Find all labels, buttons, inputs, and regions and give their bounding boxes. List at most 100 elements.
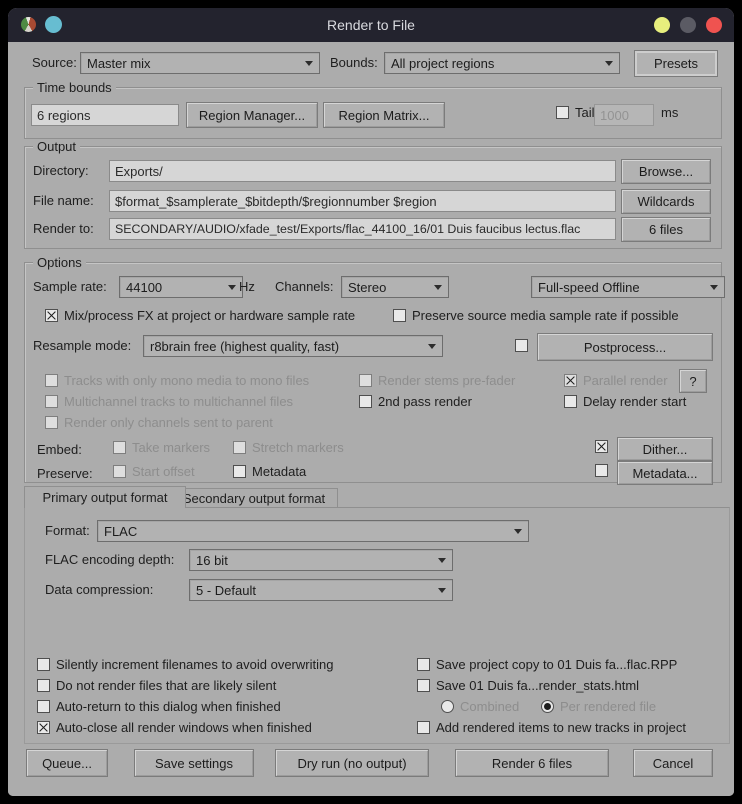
- encoding-depth-select[interactable]: 16 bit: [189, 549, 453, 571]
- save-stats-row: Save 01 Duis fa...render_stats.html: [417, 678, 639, 693]
- delay-start-checkbox[interactable]: [564, 395, 577, 408]
- sample-rate-select[interactable]: 44100: [119, 276, 243, 298]
- metadata-button[interactable]: Metadata...: [617, 461, 713, 485]
- cancel-button[interactable]: Cancel: [633, 749, 713, 777]
- dither-row: [595, 440, 608, 453]
- save-copy-checkbox[interactable]: [417, 658, 430, 671]
- preserve-source-checkbox[interactable]: [393, 309, 406, 322]
- channels-value: Stereo: [348, 279, 387, 295]
- silently-increment-label[interactable]: Silently increment filenames to avoid ov…: [56, 657, 333, 672]
- channels-select[interactable]: Stereo: [341, 276, 449, 298]
- minimize-button[interactable]: [654, 17, 670, 33]
- region-matrix-button[interactable]: Region Matrix...: [323, 102, 445, 128]
- encoding-depth-value: 16 bit: [196, 552, 228, 568]
- stretch-markers-checkbox[interactable]: [233, 441, 246, 454]
- render-to-field[interactable]: SECONDARY/AUDIO/xfade_test/Exports/flac_…: [109, 218, 616, 240]
- stems-prefader-checkbox[interactable]: [359, 374, 372, 387]
- output-group: Output Directory: Exports/ Browse... Fil…: [24, 139, 722, 249]
- directory-field[interactable]: Exports/: [109, 160, 616, 182]
- time-bounds-group: Time bounds 6 regions Region Manager... …: [24, 80, 722, 139]
- chevron-down-icon: [428, 343, 436, 349]
- auto-close-checkbox[interactable]: [37, 721, 50, 734]
- combined-radio[interactable]: [441, 700, 454, 713]
- delay-start-label[interactable]: Delay render start: [583, 394, 686, 409]
- presets-button[interactable]: Presets: [634, 50, 718, 77]
- silently-increment-checkbox[interactable]: [37, 658, 50, 671]
- save-stats-checkbox[interactable]: [417, 679, 430, 692]
- channels-parent-checkbox[interactable]: [45, 416, 58, 429]
- options-group-label: Options: [33, 255, 86, 271]
- stems-prefader-row: Render stems pre-fader: [359, 373, 515, 388]
- channels-label: Channels:: [275, 279, 334, 294]
- chevron-down-icon: [438, 557, 446, 563]
- mix-fx-checkbox[interactable]: [45, 309, 58, 322]
- mix-fx-label[interactable]: Mix/process FX at project or hardware sa…: [64, 308, 355, 323]
- wildcards-button[interactable]: Wildcards: [621, 189, 711, 214]
- sample-rate-label: Sample rate:: [33, 279, 107, 294]
- preserve-source-label[interactable]: Preserve source media sample rate if pos…: [412, 308, 679, 323]
- second-pass-checkbox[interactable]: [359, 395, 372, 408]
- silently-increment-row: Silently increment filenames to avoid ov…: [37, 657, 333, 672]
- save-stats-label[interactable]: Save 01 Duis fa...render_stats.html: [436, 678, 639, 693]
- postprocess-checkbox[interactable]: [515, 339, 528, 352]
- mono-tracks-label: Tracks with only mono media to mono file…: [64, 373, 310, 388]
- per-rendered-radio-row: Per rendered file: [541, 699, 656, 714]
- parallel-render-checkbox[interactable]: [564, 374, 577, 387]
- add-items-label[interactable]: Add rendered items to new tracks in proj…: [436, 720, 686, 735]
- tab-secondary-output-format[interactable]: Secondary output format: [170, 488, 338, 507]
- resample-mode-select[interactable]: r8brain free (highest quality, fast): [143, 335, 443, 357]
- dither-checkbox[interactable]: [595, 440, 608, 453]
- chevron-down-icon: [305, 60, 313, 66]
- metadata-preserve-checkbox[interactable]: [233, 465, 246, 478]
- dither-button[interactable]: Dither...: [617, 437, 713, 461]
- filename-label: File name:: [33, 193, 94, 208]
- metadata-preserve-label[interactable]: Metadata: [252, 464, 306, 479]
- render-button[interactable]: Render 6 files: [455, 749, 609, 777]
- bounds-info-field[interactable]: 6 regions: [31, 104, 179, 126]
- filename-field[interactable]: $format_$samplerate_$bitdepth/$regionnum…: [109, 190, 616, 212]
- auto-return-checkbox[interactable]: [37, 700, 50, 713]
- per-rendered-radio[interactable]: [541, 700, 554, 713]
- bounds-label: Bounds:: [330, 55, 378, 70]
- start-offset-checkbox[interactable]: [113, 465, 126, 478]
- metadata-btn-row: [595, 464, 608, 477]
- auto-return-label[interactable]: Auto-return to this dialog when finished: [56, 699, 281, 714]
- tab-primary-output-format[interactable]: Primary output format: [24, 486, 186, 508]
- save-copy-row: Save project copy to 01 Duis fa...flac.R…: [417, 657, 677, 672]
- no-silent-checkbox[interactable]: [37, 679, 50, 692]
- data-compression-select[interactable]: 5 - Default: [189, 579, 453, 601]
- postprocess-button[interactable]: Postprocess...: [537, 333, 713, 361]
- chevron-down-icon: [228, 284, 236, 290]
- source-select[interactable]: Master mix: [80, 52, 320, 74]
- bounds-select[interactable]: All project regions: [384, 52, 620, 74]
- save-settings-button[interactable]: Save settings: [134, 749, 254, 777]
- source-value: Master mix: [87, 55, 151, 71]
- auto-close-row: Auto-close all render windows when finis…: [37, 720, 312, 735]
- dry-run-button[interactable]: Dry run (no output): [275, 749, 429, 777]
- combined-label: Combined: [460, 699, 520, 714]
- multichannel-checkbox[interactable]: [45, 395, 58, 408]
- help-button[interactable]: ?: [679, 369, 707, 393]
- close-button[interactable]: [706, 17, 722, 33]
- take-markers-checkbox[interactable]: [113, 441, 126, 454]
- embed-label: Embed:: [37, 442, 82, 457]
- format-select[interactable]: FLAC: [97, 520, 529, 542]
- auto-close-label[interactable]: Auto-close all render windows when finis…: [56, 720, 312, 735]
- add-items-checkbox[interactable]: [417, 721, 430, 734]
- queue-button[interactable]: Queue...: [26, 749, 108, 777]
- metadata-checkbox[interactable]: [595, 464, 608, 477]
- title-bar[interactable]: Render to File: [8, 8, 734, 42]
- format-panel: Format: FLAC FLAC encoding depth: 16 bit…: [24, 507, 730, 744]
- files-count-button[interactable]: 6 files: [621, 217, 711, 242]
- second-pass-label[interactable]: 2nd pass render: [378, 394, 472, 409]
- browse-button[interactable]: Browse...: [621, 159, 711, 184]
- render-speed-select[interactable]: Full-speed Offline: [531, 276, 725, 298]
- region-manager-button[interactable]: Region Manager...: [186, 102, 318, 128]
- save-copy-label[interactable]: Save project copy to 01 Duis fa...flac.R…: [436, 657, 677, 672]
- maximize-button[interactable]: [680, 17, 696, 33]
- mono-tracks-checkbox[interactable]: [45, 374, 58, 387]
- parallel-render-row: Parallel render: [564, 373, 668, 388]
- tail-checkbox[interactable]: [556, 106, 569, 119]
- tail-ms-field[interactable]: 1000: [594, 104, 654, 126]
- no-silent-label[interactable]: Do not render files that are likely sile…: [56, 678, 276, 693]
